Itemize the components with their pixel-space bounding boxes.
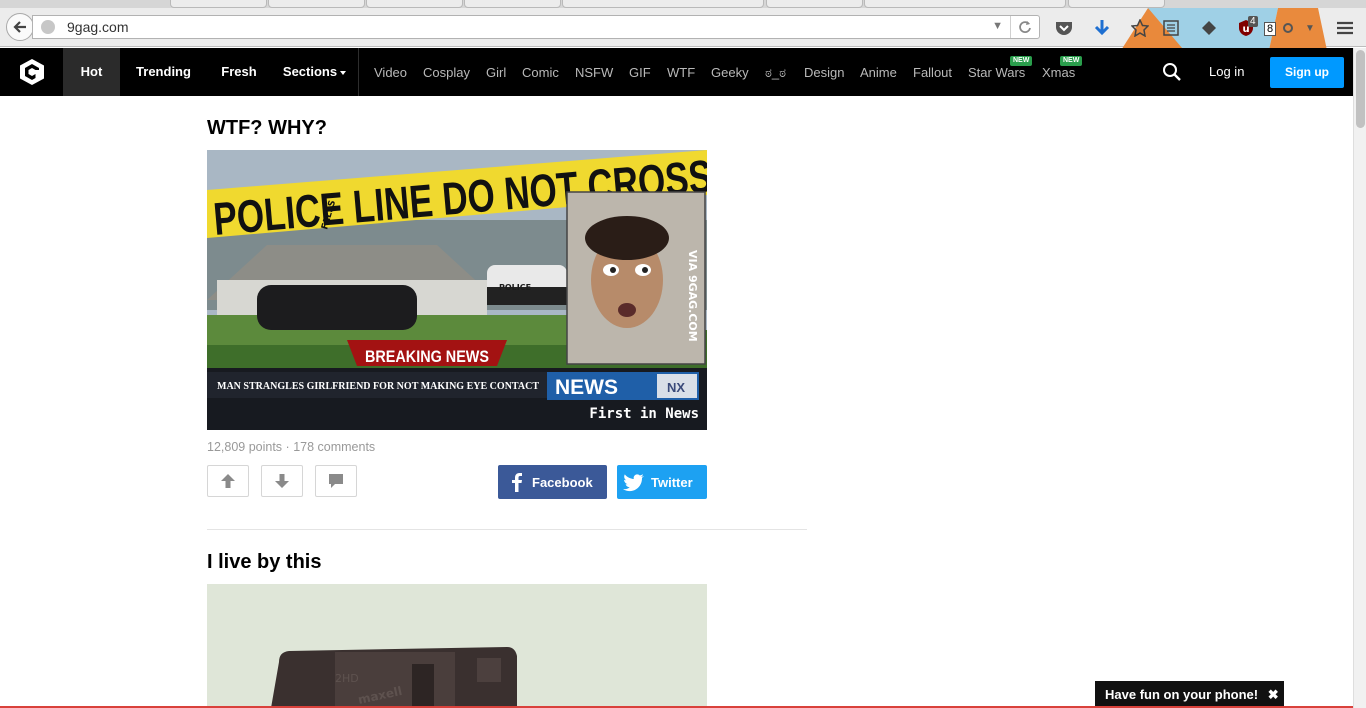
post-image[interactable]: POLICE POLICE LINE DO NOT CROSS FALLS VI… xyxy=(207,150,707,430)
twitter-bird-icon xyxy=(623,474,644,492)
section-video[interactable]: Video xyxy=(374,48,407,96)
extension-gear-icon[interactable] xyxy=(1276,16,1300,40)
reload-button[interactable] xyxy=(1010,16,1039,38)
post-meta: 12,809 points · 178 comments xyxy=(207,440,375,454)
upvote-button[interactable] xyxy=(207,465,249,497)
section-comic[interactable]: Comic xyxy=(522,48,559,96)
pocket-icon[interactable] xyxy=(1052,16,1076,40)
browser-tab[interactable] xyxy=(366,0,463,8)
scrollbar-thumb[interactable] xyxy=(1356,50,1365,128)
browser-tab[interactable] xyxy=(766,0,863,8)
page-scrollbar[interactable] xyxy=(1353,48,1366,708)
reload-icon xyxy=(1019,21,1031,33)
header-separator xyxy=(358,48,359,96)
browser-toolbar: 9gag.com ▼ u 4 8 ▼ xyxy=(0,8,1366,55)
extension-count-badge: 8 xyxy=(1264,22,1277,36)
police-car-label: POLICE xyxy=(499,283,531,292)
points-link[interactable]: 12,809 points xyxy=(207,440,282,454)
section-look-of-disapproval[interactable]: ಠ_ಠ xyxy=(765,48,786,96)
browser-tab[interactable] xyxy=(268,0,365,8)
twitter-share-button[interactable]: Twitter xyxy=(617,465,707,499)
channel-logo-text: NX xyxy=(667,380,685,395)
tab-hot[interactable]: Hot xyxy=(63,48,120,96)
tab-sections[interactable]: Sections xyxy=(271,48,358,96)
new-badge: NEW xyxy=(1010,56,1033,66)
comment-icon xyxy=(329,474,343,488)
search-icon[interactable] xyxy=(1160,60,1184,84)
meta-separator: · xyxy=(285,440,290,454)
tab-sections-label: Sections xyxy=(282,64,338,79)
signup-button[interactable]: Sign up xyxy=(1270,57,1344,88)
toast-text: Have fun on your phone! xyxy=(1105,687,1259,702)
arrow-down-icon xyxy=(275,474,289,488)
post-image[interactable]: 2HD maxell xyxy=(207,584,707,708)
post-title[interactable]: WTF? WHY? xyxy=(207,117,327,140)
back-button[interactable] xyxy=(6,13,34,41)
breaking-news-text: BREAKING NEWS xyxy=(365,347,489,366)
login-link[interactable]: Log in xyxy=(1209,48,1244,96)
tab-trending[interactable]: Trending xyxy=(124,48,203,96)
section-cosplay[interactable]: Cosplay xyxy=(423,48,470,96)
reading-list-icon[interactable] xyxy=(1159,16,1183,40)
section-geeky[interactable]: Geeky xyxy=(711,48,749,96)
browser-tab-strip xyxy=(0,0,1366,8)
disk-label-a: 2HD xyxy=(335,672,359,685)
section-wtf[interactable]: WTF xyxy=(667,48,695,96)
section-girl[interactable]: Girl xyxy=(486,48,506,96)
section-design[interactable]: Design xyxy=(804,48,844,96)
twitter-label: Twitter xyxy=(651,474,693,490)
ticker-text: MAN STRANGLES GIRLFRIEND FOR NOT MAKING … xyxy=(217,381,539,392)
section-gif[interactable]: GIF xyxy=(629,48,651,96)
comments-link[interactable]: 178 comments xyxy=(293,440,375,454)
bookmark-star-icon[interactable] xyxy=(1128,16,1152,40)
browser-tab[interactable] xyxy=(464,0,561,8)
9gag-logo-icon[interactable] xyxy=(18,58,46,86)
menu-hamburger-icon[interactable] xyxy=(1333,16,1357,40)
section-nsfw[interactable]: NSFW xyxy=(575,48,613,96)
back-arrow-icon xyxy=(13,21,26,33)
section-fallout[interactable]: Fallout xyxy=(913,48,952,96)
ublock-count-badge: 4 xyxy=(1248,16,1258,27)
facebook-icon xyxy=(512,473,522,492)
news-logo-text: NEWS xyxy=(555,376,618,399)
url-text[interactable]: 9gag.com xyxy=(67,19,128,35)
browser-tab[interactable] xyxy=(864,0,1066,8)
post-title[interactable]: I live by this xyxy=(207,551,321,574)
download-icon[interactable] xyxy=(1090,16,1114,40)
tab-fresh[interactable]: Fresh xyxy=(207,48,271,96)
watermark-text: VIA 9GAG.COM xyxy=(686,250,699,342)
first-in-news-text: First in News xyxy=(589,406,699,422)
mobile-app-toast[interactable]: Have fun on your phone! ✖ xyxy=(1095,681,1284,708)
arrow-up-icon xyxy=(221,474,235,488)
url-bar[interactable]: 9gag.com ▼ xyxy=(32,15,1040,39)
history-dropdown-icon[interactable]: ▼ xyxy=(992,20,1003,32)
comment-button[interactable] xyxy=(315,465,357,497)
downvote-button[interactable] xyxy=(261,465,303,497)
globe-icon xyxy=(41,20,55,34)
close-icon[interactable]: ✖ xyxy=(1268,687,1279,702)
extension-icon[interactable] xyxy=(1197,16,1221,40)
site-header: Hot Trending Fresh Sections Video Cospla… xyxy=(0,48,1353,96)
browser-tab[interactable] xyxy=(562,0,764,8)
facebook-share-button[interactable]: Facebook xyxy=(498,465,607,499)
section-anime[interactable]: Anime xyxy=(860,48,897,96)
browser-tab[interactable] xyxy=(1068,0,1165,8)
caret-down-icon xyxy=(340,70,347,75)
post-divider xyxy=(207,529,807,530)
new-badge: NEW xyxy=(1060,56,1083,66)
facebook-label: Facebook xyxy=(532,474,593,490)
overflow-chevron-icon[interactable]: ▼ xyxy=(1298,16,1322,40)
browser-tab[interactable] xyxy=(170,0,267,8)
